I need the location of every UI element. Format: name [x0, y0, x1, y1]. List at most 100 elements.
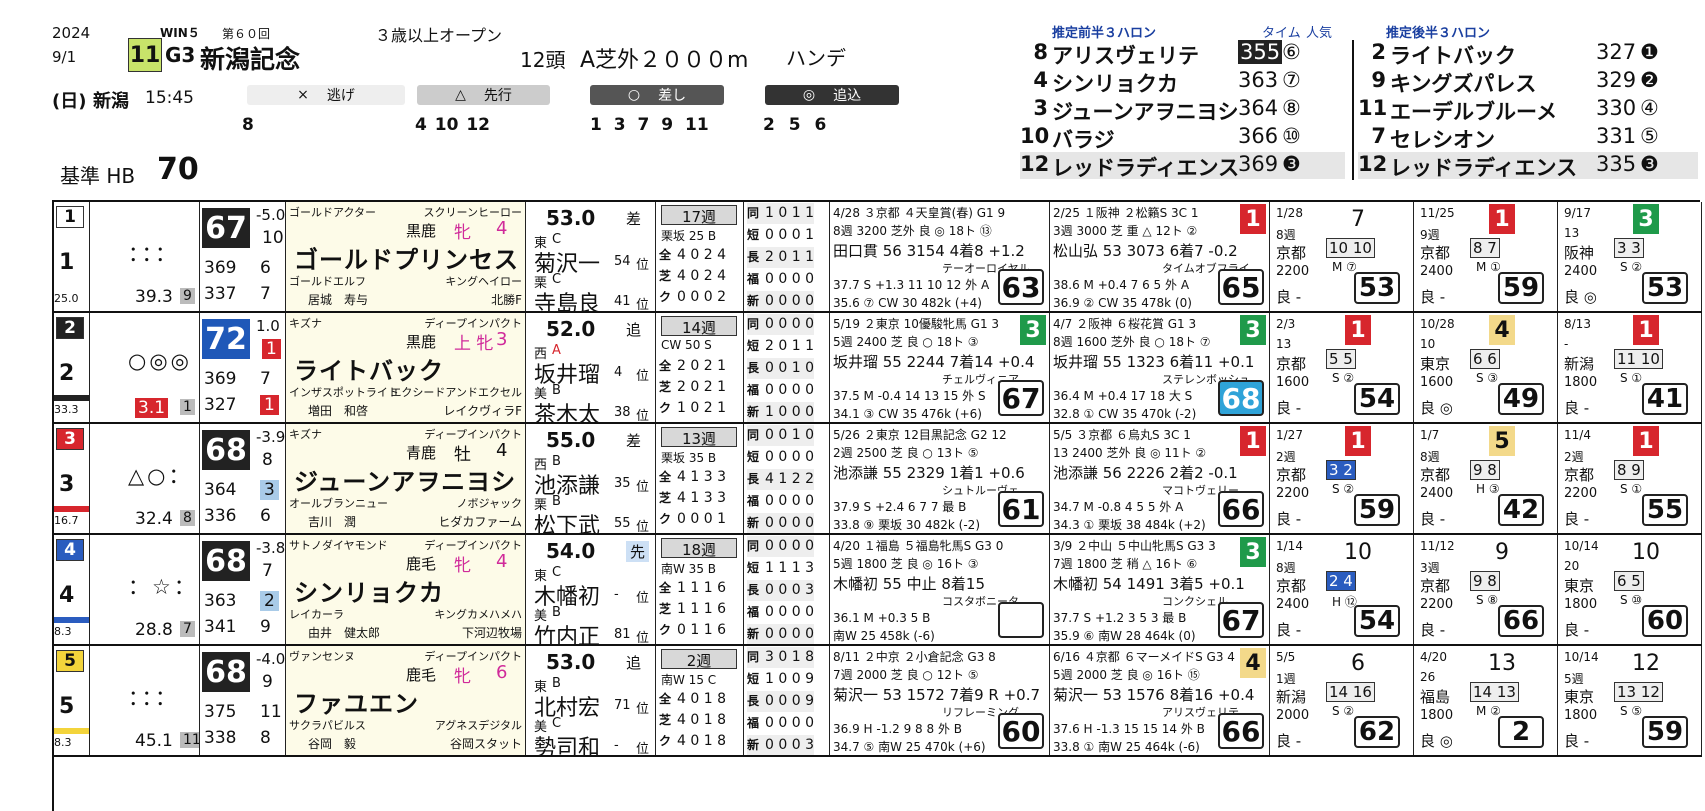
- record-values: 0 0 0 0: [765, 604, 814, 620]
- race-history-2: 5/5 ３京都 ６烏丸S 3C 1 13 2400 芝外 良 ◎ 11ト ② 池添謙…: [1050, 424, 1270, 533]
- past-date: 5/5: [1276, 650, 1296, 664]
- horse-rating: 8.3: [54, 736, 72, 749]
- sire: キズナ: [289, 428, 322, 441]
- race-line-l6: 34.3 ① 栗坂 38 484k (+2): [1053, 518, 1206, 532]
- last-back: 341: [204, 617, 237, 637]
- finish-badge: 3: [1240, 537, 1266, 567]
- pace-horse-name: ライトバック: [1390, 44, 1516, 68]
- pace-back-row: 9 キングズパレス 329 ❷: [1358, 68, 1698, 96]
- horse-odds: 28.8: [135, 620, 173, 640]
- distance-record: 新 0 0 0 0: [747, 291, 814, 311]
- record-values: 0 0 1 0: [765, 427, 814, 443]
- past-race-2: 11/12 9 3週 京都 2200 良 - 9 8 S ⑧ 66: [1414, 535, 1558, 644]
- past-course: 新潟: [1276, 688, 1307, 706]
- past-going: 良 -: [1564, 510, 1590, 528]
- record-values: 1 0 0 9: [765, 671, 814, 687]
- past-interval: 2週: [1276, 450, 1296, 464]
- past-date: 1/7: [1420, 428, 1440, 442]
- past-finish: 7: [1345, 204, 1371, 234]
- finish-badge: 3: [1240, 315, 1266, 345]
- record-label: 長: [747, 361, 760, 375]
- past-figure: 53: [1354, 272, 1400, 304]
- speed-figure: 68: [1218, 380, 1264, 416]
- pace-front-row: 10 バラジ 366 ⑩: [1020, 124, 1345, 152]
- condition-record: 全 4 0 2 4: [659, 245, 726, 266]
- sashi-icon: ○: [627, 87, 641, 103]
- pace-time: 327: [1596, 40, 1637, 64]
- past-going: 良 -: [1420, 288, 1446, 306]
- workout: 栗坂 35 B: [661, 451, 717, 465]
- pace-pop: ⑤: [1640, 124, 1659, 148]
- pace-pop: ⑥: [1282, 40, 1301, 64]
- past-finish: 3: [1633, 204, 1659, 234]
- breeder: 北勝F: [491, 293, 522, 307]
- past-distance: 2200: [1276, 264, 1310, 279]
- training-cell: 13週 栗坂 35 B 全 4 1 3 3 芝 4 1 3 3 ク 0 0 0 1: [656, 424, 744, 533]
- race-line-l5: 37.7 S +1.3 11 10 12 外 A: [833, 278, 990, 292]
- record-label: 新: [747, 738, 760, 752]
- record-label: 芝: [659, 713, 672, 727]
- race-history-2: 2/25 １阪神 ２松籟S 3C 1 3週 3000 芝 重 △ 12ト ② 松山弘…: [1050, 202, 1270, 311]
- trainer-rank: C: [552, 272, 562, 287]
- record-values: 1 0 0 0: [765, 404, 814, 420]
- last-back: 327: [204, 395, 237, 415]
- past-going: 良 -: [1564, 399, 1590, 417]
- distance-record: 新 0 0 0 0: [747, 624, 814, 644]
- pace-time: 364: [1238, 96, 1279, 120]
- distance-record: 短 0 0 0 1: [747, 225, 814, 246]
- trainer-name: 寺島良: [534, 292, 601, 311]
- past-interval: 9週: [1420, 228, 1440, 242]
- pace-pop: ④: [1640, 96, 1659, 120]
- distance-record: 福 0 0 0 0: [747, 713, 814, 734]
- past-course: 東京: [1564, 577, 1595, 595]
- hb-index: 68: [202, 541, 250, 581]
- past-course: 東京: [1420, 355, 1451, 373]
- past-finish: 1: [1345, 315, 1371, 345]
- record-values: 4 0 1 8: [677, 733, 726, 749]
- past-finish: 10: [1344, 537, 1372, 567]
- style-nige-nums: 8: [242, 115, 254, 135]
- pedigree-cell: ゴールドアクター スクリーンヒーロー 黒鹿牝 4 ゴールドプリンセス ゴールドエルフ キング…: [286, 202, 526, 311]
- race-line-head: 2/25 １阪神 ２松籟S 3C 1: [1053, 206, 1199, 220]
- race-name: 新潟記念: [200, 45, 301, 74]
- past-date: 1/14: [1276, 539, 1303, 553]
- horse-age: 4: [496, 440, 508, 461]
- hb-cell: 68 -4.0 9 375 11 338 8: [200, 646, 286, 755]
- past-going: 良 ◎: [1420, 399, 1453, 417]
- race-line-l6: 35.9 ⑥ 南W 28 464k (0): [1053, 629, 1196, 643]
- record-values: 2 0 2 1: [677, 379, 726, 395]
- race-line-l6: 36.9 ② CW 35 478k (0): [1053, 296, 1192, 310]
- past-finish: 6: [1345, 648, 1371, 678]
- past-distance: 2400: [1276, 597, 1310, 612]
- jockey-cell: 53.0 差東 C 菊沢一 54 位栗 C 寺島良 41 位: [526, 202, 656, 311]
- last-back: 338: [204, 728, 237, 748]
- hb-cell: 68 -3.8 7 363 2 341 9: [200, 535, 286, 644]
- hb-diff: -3.9: [256, 428, 286, 446]
- style-senko-nums: 4 10 12: [415, 115, 490, 135]
- past-race-1: 5/5 6 1週 新潟 2000 良 - 14 16 S ② 62: [1270, 646, 1414, 755]
- past-course: 阪神: [1564, 244, 1595, 262]
- past-pace: M ②: [1476, 704, 1501, 718]
- past-distance: 2400: [1420, 264, 1454, 279]
- race-course: A芝外２０００m: [580, 48, 749, 73]
- condition-record: ク 0 0 0 1: [659, 509, 726, 530]
- horse-sex: 牝: [454, 667, 471, 687]
- record-cell: 同 0 0 1 0 短 0 0 0 0 長 4 1 2 2 福 0 0 0 0 新 0 0 0 0: [744, 424, 830, 533]
- race-line-l3: 池添謙 56 2226 2着2 -0.1: [1053, 464, 1238, 482]
- past-course: 京都: [1420, 577, 1451, 595]
- trainer-name: 茶木太: [534, 403, 601, 422]
- carried-weight: 53.0: [546, 650, 596, 674]
- hb-index: 72: [202, 319, 250, 359]
- dam-sire: キングヘイロー: [445, 275, 522, 288]
- coat-color: 青鹿: [406, 444, 437, 462]
- past-going: 良 -: [1564, 621, 1590, 639]
- race-line-l3: 坂井瑠 55 1323 6着11 +0.1: [1053, 353, 1255, 371]
- finish-badge: 4: [1240, 648, 1266, 678]
- last-front: 364: [204, 480, 237, 500]
- past-distance: 2000: [1276, 708, 1310, 723]
- record-label: 全: [659, 470, 672, 484]
- past-going: 良 -: [1276, 510, 1302, 528]
- pace-time: 329: [1596, 68, 1637, 92]
- running-style: 差: [626, 210, 642, 228]
- last-front-rank: 11: [260, 702, 282, 722]
